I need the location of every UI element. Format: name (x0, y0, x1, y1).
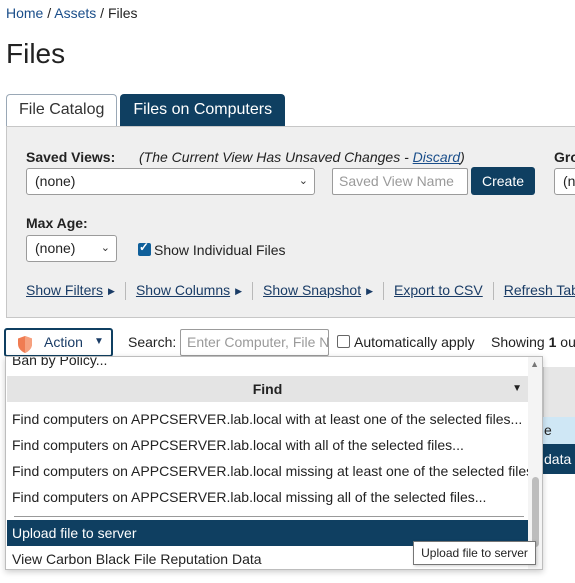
breadcrumb-home-link[interactable]: Home (6, 5, 43, 21)
showing-prefix: Showing (491, 334, 549, 350)
link-divider (124, 282, 126, 300)
menu-section-find-label: Find (252, 381, 283, 397)
scroll-up-arrow-icon[interactable]: ▲ (530, 359, 539, 369)
saved-views-label: Saved Views: (26, 149, 116, 165)
max-age-selected-value: (none) (35, 240, 76, 256)
caret-right-icon: ▶ (108, 285, 115, 296)
link-divider (492, 282, 494, 300)
show-snapshot-link[interactable]: Show Snapshot ▶ (263, 282, 373, 300)
saved-views-select[interactable]: (none) ⌄ (26, 168, 315, 195)
menu-scrollbar[interactable]: ▲ (528, 357, 542, 569)
menu-item-find-missing-all[interactable]: Find computers on APPCSERVER.lab.local m… (7, 484, 528, 510)
group-label: Gro (554, 149, 575, 165)
search-label: Search: (128, 334, 177, 350)
export-to-csv-link[interactable]: Export to CSV (394, 282, 483, 300)
chevron-down-icon: ⌄ (100, 242, 110, 254)
menu-divider (14, 516, 524, 517)
filter-panel: Saved Views: (The Current View Has Unsav… (6, 126, 575, 318)
tab-files-on-computers[interactable]: Files on Computers (120, 94, 286, 126)
menu-item-ban-by-policy[interactable]: Ban by Policy... (7, 357, 528, 373)
refresh-tab-link[interactable]: Refresh Tab (504, 282, 575, 300)
show-columns-label: Show Columns (135, 282, 231, 298)
show-individual-files-checkbox[interactable] (138, 240, 151, 256)
show-individual-files-label[interactable]: Show Individual Files (154, 242, 286, 258)
scrollbar-thumb[interactable] (532, 477, 539, 547)
tab-bar: File Catalog Files on Computers (6, 94, 286, 126)
link-divider (383, 282, 385, 300)
tooltip: Upload file to server (413, 541, 536, 565)
show-filters-label: Show Filters (26, 282, 104, 298)
caret-down-icon: ▼ (94, 336, 104, 347)
breadcrumb-current: Files (107, 5, 138, 21)
showing-suffix: ou (556, 334, 575, 350)
saved-view-name-input[interactable]: Saved View Name (332, 168, 468, 195)
caret-down-icon: ▼ (512, 383, 522, 394)
caret-right-icon: ▶ (366, 285, 374, 296)
action-menu: Ban by Policy... Find ▼ Find computers o… (5, 356, 543, 570)
menu-section-find[interactable]: Find ▼ (7, 376, 528, 402)
auto-apply-checkbox[interactable] (337, 335, 350, 348)
breadcrumb-separator: / (43, 5, 55, 21)
menu-item-find-all[interactable]: Find computers on APPCSERVER.lab.local w… (7, 432, 528, 458)
menu-item-find-at-least-one[interactable]: Find computers on APPCSERVER.lab.local w… (7, 406, 528, 432)
unsaved-changes-notice: (The Current View Has Unsaved Changes - … (139, 149, 465, 165)
create-button[interactable]: Create (471, 167, 535, 195)
group-select[interactable]: (n (554, 168, 575, 195)
auto-apply-label[interactable]: Automatically apply (354, 334, 475, 350)
show-snapshot-label: Show Snapshot (263, 282, 362, 298)
table-row-selected: data (543, 444, 575, 474)
show-filters-link[interactable]: Show Filters ▶ (26, 282, 115, 300)
group-selected-value: (n (563, 173, 575, 189)
show-columns-link[interactable]: Show Columns ▶ (136, 282, 242, 300)
link-divider (252, 282, 254, 300)
menu-item-find-missing-at-least-one[interactable]: Find computers on APPCSERVER.lab.local m… (7, 458, 528, 484)
search-input[interactable]: Enter Computer, File Name (180, 329, 329, 356)
tab-file-catalog[interactable]: File Catalog (6, 94, 118, 126)
max-age-label: Max Age: (26, 215, 88, 231)
saved-views-selected-value: (none) (35, 173, 76, 189)
discard-link[interactable]: Discard (413, 149, 460, 165)
breadcrumb-assets-link[interactable]: Assets (54, 5, 96, 21)
action-button-label: Action (44, 334, 83, 350)
action-button[interactable]: Action ▼ (4, 328, 113, 357)
unsaved-changes-close-paren: ) (460, 149, 465, 165)
caret-right-icon: ▶ (235, 285, 243, 296)
unsaved-changes-text: (The Current View Has Unsaved Changes - (139, 149, 413, 165)
chevron-down-icon: ⌄ (298, 175, 308, 187)
table-cell: e (543, 417, 575, 444)
breadcrumb-separator: / (96, 5, 108, 21)
max-age-select[interactable]: (none) ⌄ (26, 235, 117, 262)
breadcrumb: Home / Assets / Files (6, 5, 138, 21)
shield-icon (18, 336, 32, 353)
page-title: Files (6, 38, 66, 69)
panel-link-bar: Show Filters ▶ Show Columns ▶ Show Snapsho… (26, 282, 575, 300)
results-count-text: Showing 1 ou (491, 334, 575, 350)
table-header-cell (543, 367, 575, 417)
